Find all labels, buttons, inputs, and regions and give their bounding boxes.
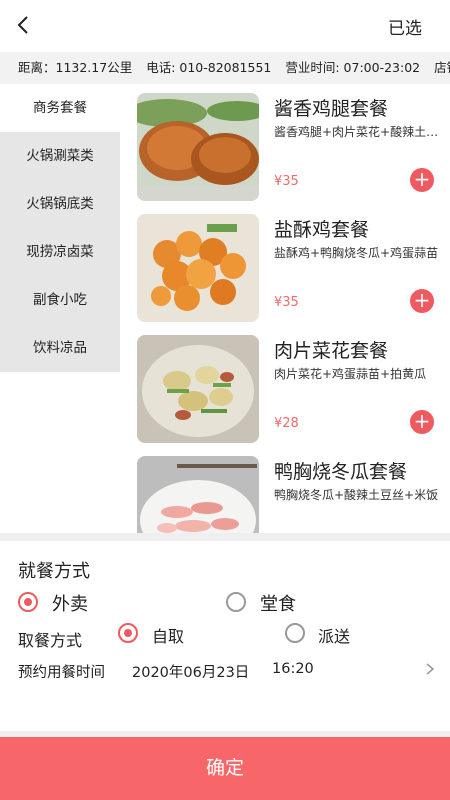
dish-photo-chicken-leg: [137, 93, 259, 201]
plus-icon[interactable]: +: [410, 168, 434, 192]
menu-item[interactable]: 盐酥鸡套餐 盐酥鸡+鸭胸烧冬瓜+鸡蛋蒜苗 ¥35 +: [120, 205, 450, 326]
plus-icon[interactable]: +: [410, 289, 434, 313]
category-sidebar: 商务套餐 火锅涮菜类 火锅锅底类 现捞凉卤菜 副食小吃 饮料凉品: [0, 84, 120, 372]
dish-price: ¥35: [274, 174, 299, 189]
takeout-label[interactable]: 外卖: [52, 590, 88, 616]
pickup-method-title: 取餐方式: [18, 631, 83, 650]
dish-description: 肉片菜花+鸡蛋蒜苗+拍黄瓜: [274, 367, 427, 381]
category-snacks[interactable]: 副食小吃: [0, 276, 120, 324]
menu-item[interactable]: 肉片菜花套餐 肉片菜花+鸡蛋蒜苗+拍黄瓜 ¥28 +: [120, 326, 450, 447]
delivery-label[interactable]: 派送: [318, 623, 350, 647]
dish-name: 盐酥鸡套餐: [274, 219, 370, 241]
dish-name: 鸭胸烧冬瓜套餐: [274, 461, 408, 483]
radio-self-pickup[interactable]: [118, 623, 138, 643]
category-cold-dishes[interactable]: 现捞凉卤菜: [0, 228, 120, 276]
dish-photo-duck-winter-melon: [137, 456, 259, 534]
dish-description: 鸭胸烧冬瓜+酸辣土豆丝+米饭: [274, 488, 439, 502]
chevron-right-icon[interactable]: [424, 662, 436, 676]
self-pickup-label[interactable]: 自取: [152, 623, 184, 647]
dish-photo-fried-chicken: [137, 214, 259, 322]
reservation-hour[interactable]: 16:20: [272, 661, 314, 677]
dish-price: ¥35: [274, 295, 299, 310]
top-bar: 已选: [0, 0, 450, 52]
back-arrow-icon[interactable]: [12, 10, 42, 40]
radio-takeout[interactable]: [18, 592, 38, 612]
confirm-button[interactable]: 确定: [0, 737, 450, 800]
dish-name: 肉片菜花套餐: [274, 340, 389, 362]
phone-text: 电话: 010-82081551: [146, 60, 272, 75]
store-text: 店铺: [434, 60, 450, 75]
plus-icon[interactable]: +: [410, 410, 434, 434]
menu-item[interactable]: 鸭胸烧冬瓜套餐 鸭胸烧冬瓜+酸辣土豆丝+米饭 +: [120, 447, 450, 534]
category-business-set[interactable]: 商务套餐: [0, 84, 120, 132]
menu-item[interactable]: 酱香鸡腿套餐 酱香鸡腿+肉片菜花+酸辣土豆丝 ¥35 +: [120, 84, 450, 205]
radio-dine-in[interactable]: [226, 592, 246, 612]
order-options-panel: 就餐方式 外卖 堂食 取餐方式 自取 派送 预约用餐时间 2020年06月23日…: [0, 541, 450, 731]
category-hotpot-veg[interactable]: 火锅涮菜类: [0, 132, 120, 180]
radio-delivery[interactable]: [285, 623, 305, 643]
dish-price: ¥28: [274, 416, 299, 431]
menu-list[interactable]: 酱香鸡腿套餐 酱香鸡腿+肉片菜花+酸辣土豆丝 ¥35 + 盐酥鸡套餐 盐酥鸡+鸭…: [120, 84, 450, 534]
reservation-time-label: 预约用餐时间: [18, 665, 105, 681]
category-hotpot-base[interactable]: 火锅锅底类: [0, 180, 120, 228]
dish-description: 酱香鸡腿+肉片菜花+酸辣土豆丝: [274, 125, 439, 139]
dine-method-title: 就餐方式: [18, 561, 90, 582]
dish-photo-cauliflower: [137, 335, 259, 443]
hours-text: 营业时间: 07:00-23:02: [285, 60, 421, 75]
dish-name: 酱香鸡腿套餐: [274, 98, 389, 120]
reservation-date[interactable]: 2020年06月23日: [132, 661, 249, 682]
dine-in-label[interactable]: 堂食: [260, 590, 296, 616]
store-info-bar: 距离：1132.17公里 电话: 010-82081551 营业时间: 07:0…: [0, 52, 450, 84]
category-drinks[interactable]: 饮料凉品: [0, 324, 120, 372]
dish-description: 盐酥鸡+鸭胸烧冬瓜+鸡蛋蒜苗: [274, 246, 439, 260]
section-divider: [0, 533, 450, 541]
distance-text: 距离：1132.17公里: [18, 60, 133, 75]
selected-button[interactable]: 已选: [388, 14, 422, 39]
